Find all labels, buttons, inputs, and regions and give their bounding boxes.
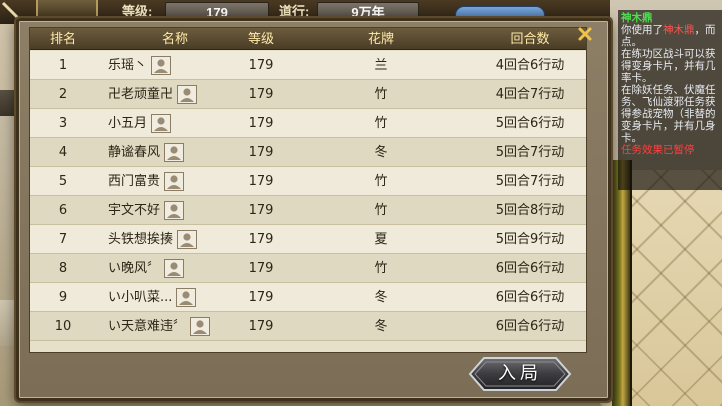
rank-cell: 2	[58, 87, 68, 102]
level-cell: 179	[248, 87, 274, 102]
rank-cell: 9	[58, 290, 68, 305]
table-row[interactable]: 6 宇文不好 179 竹 5回合8行动	[30, 196, 586, 225]
user-avatar-icon[interactable]	[164, 259, 185, 278]
rank-cell: 3	[58, 116, 68, 131]
rank-cell: 4	[58, 145, 68, 160]
level-cell: 179	[248, 261, 274, 276]
table-row[interactable]: 8 い晚风〞 179 竹 6回合6行动	[30, 254, 586, 283]
table-row[interactable]: 5 西门富贵 179 竹 5回合7行动	[30, 167, 586, 196]
chat-line: 在除妖任务、伏魔任务、飞仙渡邪任务获得参战宠物（非替的变身卡片，并有几身卡。	[621, 84, 716, 144]
rank-cell: 1	[58, 58, 68, 73]
rounds-cell: 5回合7行动	[495, 145, 565, 160]
rounds-cell: 5回合6行动	[495, 116, 565, 131]
enter-game-button[interactable]: 入局	[466, 356, 574, 392]
flower-cell: 竹	[374, 116, 388, 131]
level-cell: 179	[248, 58, 274, 73]
level-cell: 179	[248, 145, 274, 160]
level-cell: 179	[248, 116, 274, 131]
level-cell: 179	[248, 319, 274, 334]
user-avatar-icon[interactable]	[177, 85, 198, 104]
rank-cell: 10	[54, 319, 72, 334]
flower-cell: 兰	[374, 58, 388, 73]
player-name: 卍老顽童卍	[108, 87, 174, 102]
header-flower: 花牌	[367, 31, 394, 46]
rounds-cell: 6回合6行动	[495, 261, 565, 276]
player-name: 西门富贵	[108, 174, 161, 189]
level-cell: 179	[248, 232, 274, 247]
table-body: 1 乐瑶丶 179 兰 4回合6行动 2 卍老顽童卍 179 竹 4回合7行动 …	[30, 51, 586, 341]
user-avatar-icon[interactable]	[177, 230, 198, 249]
rank-cell: 6	[58, 203, 68, 218]
flower-cell: 竹	[374, 174, 388, 189]
player-name: い小叭菜...	[108, 290, 173, 305]
player-name: い晚风〞	[108, 261, 161, 276]
user-avatar-icon[interactable]	[164, 172, 185, 191]
header-name: 名称	[161, 31, 188, 46]
player-name: 宇文不好	[108, 203, 161, 218]
player-name: 静谧春风	[108, 145, 161, 160]
user-avatar-icon[interactable]	[164, 143, 185, 162]
flower-cell: 冬	[374, 290, 388, 305]
flower-cell: 夏	[374, 232, 388, 247]
table-row[interactable]: 9 い小叭菜... 179 冬 6回合6行动	[30, 283, 586, 312]
table-row[interactable]: 1 乐瑶丶 179 兰 4回合6行动	[30, 51, 586, 80]
rounds-cell: 6回合6行动	[495, 319, 565, 334]
rounds-cell: 6回合6行动	[495, 290, 565, 305]
table-row[interactable]: 7 头铁想挨揍 179 夏 5回合9行动	[30, 225, 586, 254]
user-avatar-icon[interactable]	[190, 317, 211, 336]
chat-system-line: 任务效果已暂停	[621, 144, 695, 156]
level-cell: 179	[248, 174, 274, 189]
table-row[interactable]: 2 卍老顽童卍 179 竹 4回合7行动	[30, 80, 586, 109]
table-header: 排名 名称 等级 花牌 回合数	[30, 28, 586, 50]
player-name: 乐瑶丶	[108, 58, 148, 73]
rank-cell: 7	[58, 232, 68, 247]
chat-speaker: 神木鼎	[621, 12, 653, 24]
level-cell: 179	[248, 290, 274, 305]
user-avatar-icon[interactable]	[176, 288, 197, 307]
chat-line: 在练功区战斗可以获得变身卡片，并有几率卡。	[621, 48, 716, 84]
ranking-table: 排名 名称 等级 花牌 回合数 1 乐瑶丶 179 兰 4回合6行动 2 卍老顽…	[29, 27, 587, 353]
rounds-cell: 5回合7行动	[495, 174, 565, 189]
enter-button-label: 入局	[498, 363, 542, 384]
table-row[interactable]: 4 静谧春风 179 冬 5回合7行动	[30, 138, 586, 167]
flower-cell: 冬	[374, 319, 388, 334]
header-rounds: 回合数	[510, 31, 550, 46]
rank-cell: 8	[58, 261, 68, 276]
flower-cell: 冬	[374, 145, 388, 160]
rounds-cell: 4回合7行动	[495, 87, 565, 102]
chat-panel[interactable]: 神木鼎 你使用了神木鼎，而点。 在练功区战斗可以获得变身卡片，并有几率卡。 在除…	[618, 10, 722, 190]
user-avatar-icon[interactable]	[164, 201, 185, 220]
ranking-dialog: 排名 名称 等级 花牌 回合数 1 乐瑶丶 179 兰 4回合6行动 2 卍老顽…	[16, 18, 611, 401]
flower-cell: 竹	[374, 203, 388, 218]
header-level: 等级	[247, 31, 274, 46]
flower-cell: 竹	[374, 87, 388, 102]
table-row[interactable]: 10 い天意难违〞 179 冬 6回合6行动	[30, 312, 586, 341]
level-cell: 179	[248, 203, 274, 218]
rounds-cell: 4回合6行动	[495, 58, 565, 73]
rounds-cell: 5回合9行动	[495, 232, 565, 247]
rank-cell: 5	[58, 174, 68, 189]
user-avatar-icon[interactable]	[151, 56, 172, 75]
flower-cell: 竹	[374, 261, 388, 276]
chat-line: 你使用了神木鼎，而点。	[621, 24, 716, 48]
player-name: い天意难违〞	[108, 319, 187, 334]
close-icon[interactable]	[577, 26, 593, 42]
palace-pillar-trim	[612, 160, 632, 406]
header-rank: 排名	[49, 31, 76, 46]
player-name: 头铁想挨揍	[108, 232, 174, 247]
rounds-cell: 5回合8行动	[495, 203, 565, 218]
table-row[interactable]: 3 小五月 179 竹 5回合6行动	[30, 109, 586, 138]
player-name: 小五月	[108, 116, 148, 131]
user-avatar-icon[interactable]	[151, 114, 172, 133]
